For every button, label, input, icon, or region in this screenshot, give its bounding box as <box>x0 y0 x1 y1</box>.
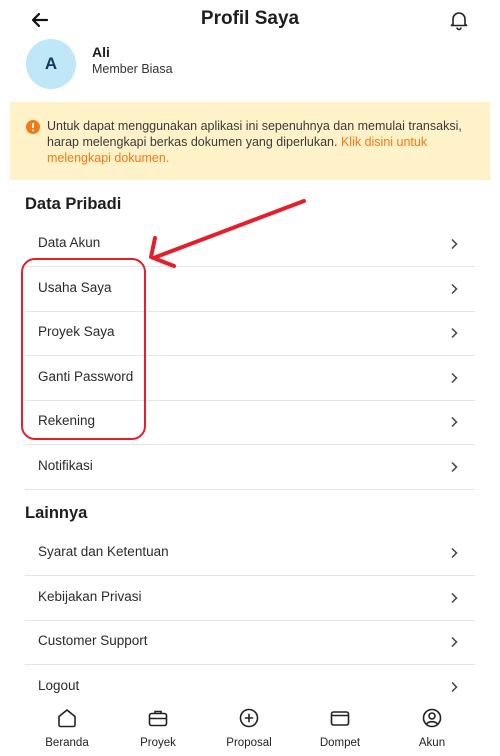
nav-akun[interactable]: Akun <box>392 700 472 756</box>
menu-item-customer-support[interactable]: Customer Support <box>25 620 475 665</box>
menu-item-notifikasi[interactable]: Notifikasi <box>25 445 475 490</box>
member-tier: Member Biasa <box>92 62 173 76</box>
chevron-right-icon <box>451 416 458 428</box>
user-circle-icon <box>422 708 442 728</box>
nav-label: Dompet <box>319 737 361 749</box>
wallet-icon <box>330 711 350 726</box>
page-title: Profil Saya <box>200 8 300 29</box>
chevron-right-icon <box>451 372 458 384</box>
menu-item-label: Customer Support <box>38 633 148 648</box>
briefcase-icon <box>148 710 168 727</box>
menu-item-label: Syarat dan Ketentuan <box>38 544 169 559</box>
chevron-right-icon <box>451 547 458 559</box>
nav-proyek[interactable]: Proyek <box>118 700 198 756</box>
home-icon <box>58 709 76 728</box>
chevron-right-icon <box>451 636 458 648</box>
menu-item-label: Usaha Saya <box>38 280 112 295</box>
avatar: A <box>26 39 76 89</box>
menu-item-label: Kebijakan Privasi <box>38 589 142 604</box>
notification-button[interactable] <box>447 8 471 32</box>
menu-item-usaha-saya[interactable]: Usaha Saya <box>25 267 475 312</box>
top-bar: Profil Saya <box>0 0 500 40</box>
menu-item-label: Logout <box>38 678 80 693</box>
chevron-right-icon <box>451 327 458 339</box>
menu-item-label: Data Akun <box>38 235 101 250</box>
menu-item-data-akun[interactable]: Data Akun <box>25 222 475 267</box>
menu-item-ganti-password[interactable]: Ganti Password <box>25 356 475 401</box>
nav-proposal[interactable]: Proposal <box>209 700 289 756</box>
nav-label: Beranda <box>45 737 89 749</box>
menu-item-label: Notifikasi <box>38 458 93 473</box>
chevron-right-icon <box>451 681 458 693</box>
chevron-right-icon <box>451 238 458 250</box>
bottom-navigation: Beranda Proyek Proposal Dompet Akun <box>0 700 500 756</box>
info-icon <box>26 120 40 134</box>
chevron-right-icon <box>451 592 458 604</box>
section-title-lainnya: Lainnya <box>25 504 88 522</box>
user-name: Ali <box>92 44 110 60</box>
chevron-right-icon <box>451 283 458 295</box>
menu-item-label: Rekening <box>38 413 96 428</box>
menu-item-proyek-saya[interactable]: Proyek Saya <box>25 311 475 356</box>
nav-beranda[interactable]: Beranda <box>27 700 107 756</box>
chevron-right-icon <box>451 461 458 473</box>
section-title-data-pribadi: Data Pribadi <box>25 195 122 213</box>
menu-item-kebijakan-privasi[interactable]: Kebijakan Privasi <box>25 576 475 621</box>
menu-item-label: Ganti Password <box>38 369 134 384</box>
menu-item-label: Proyek Saya <box>38 324 115 339</box>
nav-label: Akun <box>418 737 446 749</box>
warning-message: Untuk dapat menggunakan aplikasi ini sep… <box>47 118 482 166</box>
bell-icon <box>450 12 468 31</box>
menu-item-syarat-ketentuan[interactable]: Syarat dan Ketentuan <box>25 531 475 576</box>
plus-circle-icon <box>239 708 259 728</box>
nav-dompet[interactable]: Dompet <box>300 700 380 756</box>
nav-label: Proyek <box>140 737 176 749</box>
menu-item-rekening[interactable]: Rekening <box>25 400 475 445</box>
document-warning-banner: Untuk dapat menggunakan aplikasi ini sep… <box>10 102 490 180</box>
nav-label: Proposal <box>226 737 272 749</box>
